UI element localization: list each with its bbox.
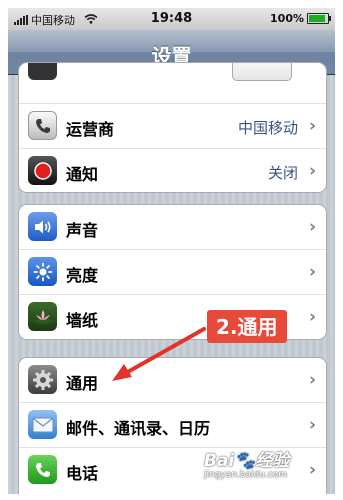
- notifications-value: 关闭: [267, 164, 298, 182]
- sound-icon: [28, 212, 57, 241]
- iphone-screen: 中国移动 19:48 100% 设置 运营商 中国移动 › 通知 关闭 › 声音…: [8, 8, 335, 494]
- chevron-right-icon: ›: [308, 161, 316, 181]
- watermark-url: jingyan.baidu.com: [204, 470, 288, 480]
- brightness-icon: [28, 257, 57, 286]
- watermark: Bai🐾经验 jingyan.baidu.com: [204, 446, 289, 480]
- notifications-icon: [28, 156, 57, 185]
- battery-percent: 100%: [270, 12, 304, 25]
- chevron-right-icon: ›: [308, 116, 316, 136]
- chevron-right-icon: ›: [308, 370, 316, 390]
- carrier-value: 中国移动: [237, 119, 298, 137]
- status-bar: 中国移动 19:48 100%: [8, 8, 335, 30]
- settings-group-1: 运营商 中国移动 › 通知 关闭 ›: [18, 62, 327, 193]
- wallpaper-icon: [28, 302, 57, 331]
- settings-row-notifications[interactable]: 通知 关闭 ›: [19, 148, 326, 192]
- settings-row-brightness[interactable]: 亮度 ›: [19, 249, 326, 294]
- chevron-right-icon: ›: [308, 307, 316, 327]
- settings-row-mail-contacts-calendars[interactable]: 邮件、通讯录、日历 ›: [19, 402, 326, 447]
- phone-label: 电话: [66, 464, 99, 483]
- general-gear-icon: [28, 365, 57, 394]
- carrier-label: 运营商: [66, 120, 115, 139]
- general-label: 通用: [66, 374, 99, 393]
- mail-icon: [28, 410, 57, 439]
- chevron-right-icon: ›: [308, 460, 316, 480]
- sounds-label: 声音: [66, 221, 99, 240]
- chevron-right-icon: ›: [308, 262, 316, 282]
- brightness-label: 亮度: [66, 266, 99, 285]
- chevron-right-icon: ›: [308, 415, 316, 435]
- phone-carrier-icon: [28, 111, 57, 140]
- battery-icon: [307, 13, 331, 24]
- settings-row-sounds[interactable]: 声音 ›: [19, 205, 326, 249]
- wifi-toggle[interactable]: [232, 63, 292, 81]
- settings-row-carrier[interactable]: 运营商 中国移动 ›: [19, 103, 326, 148]
- watermark-logo: Bai🐾经验: [204, 451, 290, 471]
- annotation-label: 2.通用: [207, 310, 287, 343]
- battery-indicator: 100%: [270, 12, 331, 25]
- wifi-row-partial[interactable]: [19, 63, 326, 87]
- wifi-settings-icon: [28, 63, 57, 80]
- settings-row-general[interactable]: 通用 ›: [19, 358, 326, 402]
- chevron-right-icon: ›: [308, 217, 316, 237]
- mail-contacts-calendars-label: 邮件、通讯录、日历: [66, 419, 211, 438]
- notifications-label: 通知: [66, 165, 99, 184]
- phone-icon: [28, 455, 57, 484]
- wallpaper-label: 墙纸: [66, 311, 99, 330]
